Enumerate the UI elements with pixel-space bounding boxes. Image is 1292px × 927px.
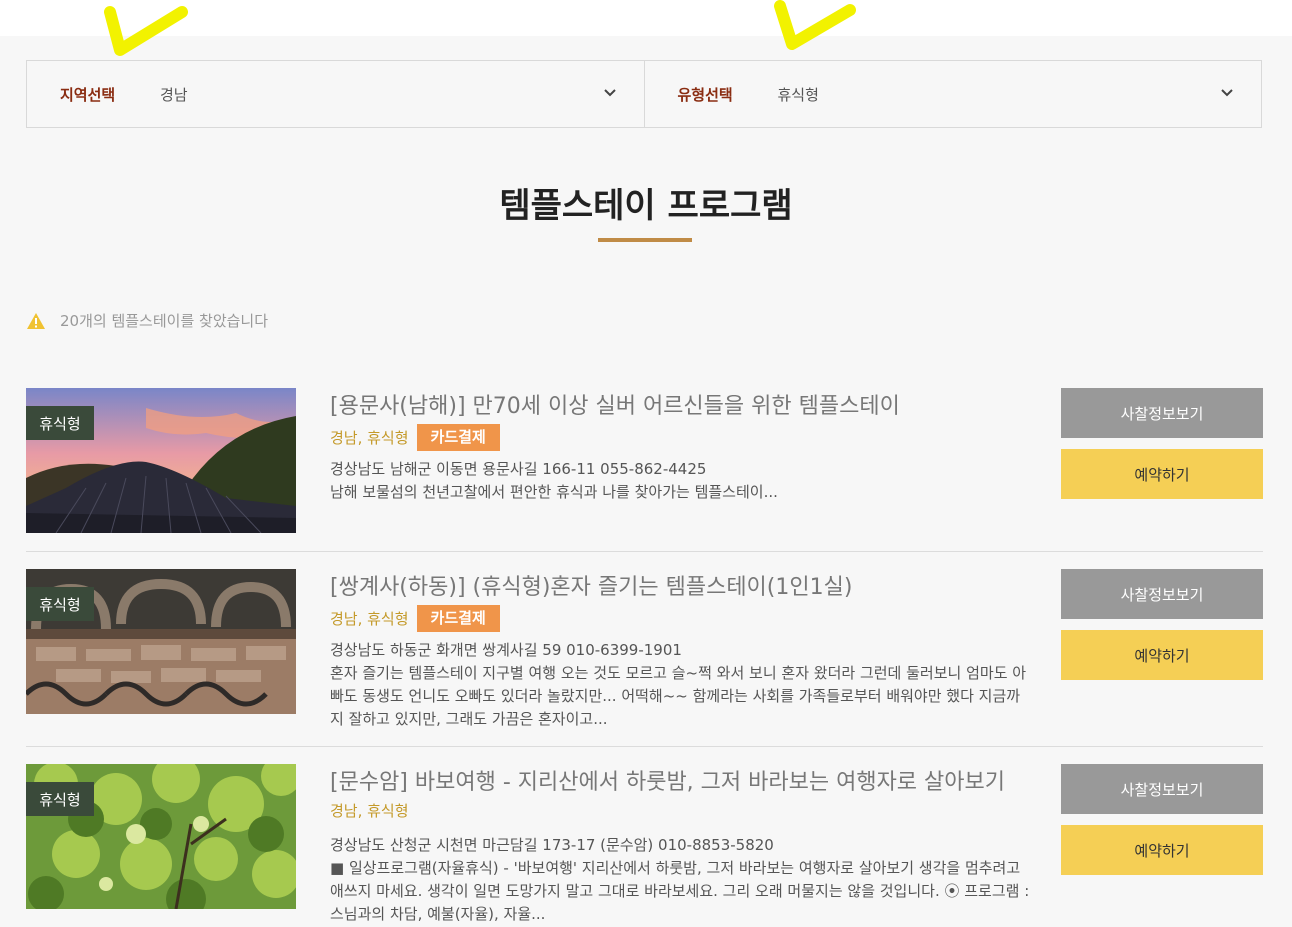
checkmark-annotation-icon xyxy=(104,6,188,56)
program-item: 휴식형 [쌍계사(하동)] (휴식형)혼자 즐기는 템플스테이(1인1실) 경남… xyxy=(26,569,1263,729)
region-select-label: 지역선택 xyxy=(60,85,116,104)
type-select[interactable]: 유형선택 휴식형 xyxy=(643,61,1262,127)
card-payment-badge: 카드결제 xyxy=(416,424,500,451)
program-title[interactable]: [쌍계사(하동)] (휴식형)혼자 즐기는 템플스테이(1인1실) xyxy=(330,569,852,601)
temple-info-button[interactable]: 사찰정보보기 xyxy=(1061,388,1263,438)
chevron-down-icon xyxy=(1221,89,1233,97)
chevron-down-icon xyxy=(603,89,616,97)
temple-info-button[interactable]: 사찰정보보기 xyxy=(1061,764,1263,814)
reserve-button[interactable]: 예약하기 xyxy=(1061,825,1263,875)
program-address: 경상남도 남해군 이동면 용문사길 166-11 055-862-4425 xyxy=(330,460,707,478)
type-badge: 휴식형 xyxy=(26,406,94,440)
program-item: 휴식형 [용문사(남해)] 만70세 이상 실버 어르신들을 위한 템플스테이 … xyxy=(26,388,1263,534)
region-select[interactable]: 지역선택 경남 xyxy=(27,61,644,127)
type-badge: 휴식형 xyxy=(26,782,94,816)
program-item: 휴식형 [문수암] 바보여행 - 지리산에서 하룻밤, 그저 바라보는 여행자로… xyxy=(26,764,1263,924)
type-select-label: 유형선택 xyxy=(677,85,733,104)
checkmark-annotation-icon xyxy=(774,0,856,50)
title-underline xyxy=(598,238,692,242)
program-description: ■ 일상프로그램(자율휴식) - '바보여행' 지리산에서 하룻밤, 그저 바라… xyxy=(330,859,1030,923)
region-type-text: 경남, 휴식형 xyxy=(330,802,409,820)
program-address: 경상남도 하동군 화개면 쌍계사길 59 010-6399-1901 xyxy=(330,641,682,659)
divider xyxy=(26,551,1263,552)
program-description: 혼자 즐기는 템플스테이 지구별 여행 오는 것도 모르고 슬~쩍 와서 보니 … xyxy=(330,664,1027,728)
top-band xyxy=(0,0,1292,36)
program-title[interactable]: [문수암] 바보여행 - 지리산에서 하룻밤, 그저 바라보는 여행자로 살아보… xyxy=(330,764,1005,796)
program-thumbnail[interactable]: 휴식형 xyxy=(26,764,296,909)
program-address: 경상남도 산청군 시천면 마근담길 173-17 (문수암) 010-8853-… xyxy=(330,836,774,854)
program-meta: 경남, 휴식형 xyxy=(330,800,409,821)
region-select-value: 경남 xyxy=(160,85,188,104)
program-description: 남해 보물섬의 천년고찰에서 편안한 휴식과 나를 찾아가는 템플스테이... xyxy=(330,483,778,501)
type-badge: 휴식형 xyxy=(26,587,94,621)
warning-icon xyxy=(27,312,45,329)
type-select-value: 휴식형 xyxy=(777,85,819,104)
program-meta: 경남, 휴식형 카드결제 xyxy=(330,424,500,451)
card-payment-badge: 카드결제 xyxy=(416,605,500,632)
page-title: 템플스테이 프로그램 xyxy=(499,186,793,226)
program-thumbnail[interactable]: 휴식형 xyxy=(26,569,296,714)
result-count-text: 20개의 템플스테이를 찾았습니다 xyxy=(60,312,269,330)
program-title[interactable]: [용문사(남해)] 만70세 이상 실버 어르신들을 위한 템플스테이 xyxy=(330,388,900,420)
divider xyxy=(26,746,1263,747)
result-notice: 20개의 템플스테이를 찾았습니다 xyxy=(26,310,268,331)
program-thumbnail[interactable]: 휴식형 xyxy=(26,388,296,533)
reserve-button[interactable]: 예약하기 xyxy=(1061,449,1263,499)
region-type-text: 경남, 휴식형 xyxy=(330,610,409,628)
filter-bar: 지역선택 경남 유형선택 휴식형 xyxy=(26,60,1262,128)
temple-info-button[interactable]: 사찰정보보기 xyxy=(1061,569,1263,619)
reserve-button[interactable]: 예약하기 xyxy=(1061,630,1263,680)
region-type-text: 경남, 휴식형 xyxy=(330,429,409,447)
program-meta: 경남, 휴식형 카드결제 xyxy=(330,605,500,632)
